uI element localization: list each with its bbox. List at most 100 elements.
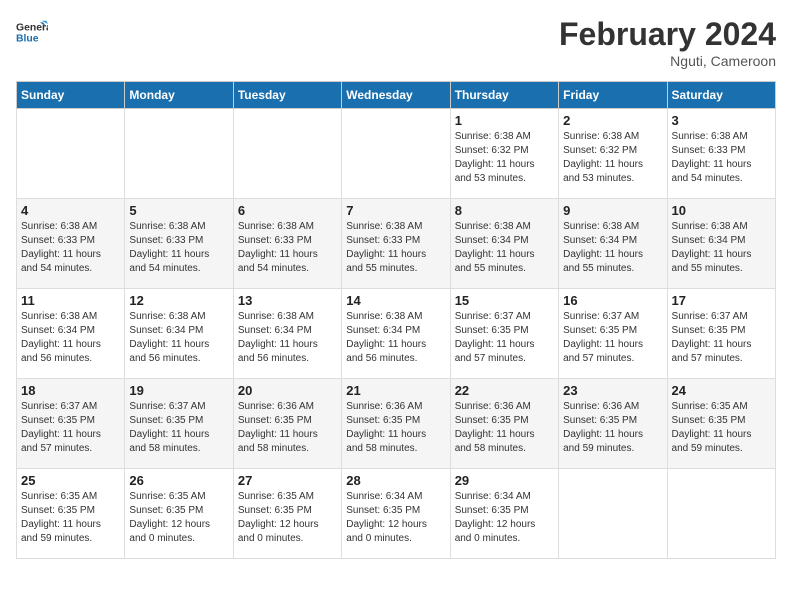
- calendar-subtitle: Nguti, Cameroon: [559, 53, 776, 69]
- calendar-cell: 23 Sunrise: 6:36 AM Sunset: 6:35 PM Dayli…: [559, 379, 667, 469]
- day-info: Sunrise: 6:38 AM Sunset: 6:34 PM Dayligh…: [563, 220, 662, 276]
- day-number: 8: [455, 203, 554, 218]
- calendar-table: SundayMondayTuesdayWednesdayThursdayFrid…: [16, 81, 776, 559]
- day-info: Sunrise: 6:37 AM Sunset: 6:35 PM Dayligh…: [672, 310, 771, 366]
- day-header-thursday: Thursday: [450, 82, 558, 109]
- day-number: 29: [455, 473, 554, 488]
- day-info: Sunrise: 6:38 AM Sunset: 6:34 PM Dayligh…: [672, 220, 771, 276]
- calendar-cell: 18 Sunrise: 6:37 AM Sunset: 6:35 PM Dayli…: [17, 379, 125, 469]
- day-header-wednesday: Wednesday: [342, 82, 450, 109]
- day-header-monday: Monday: [125, 82, 233, 109]
- day-info: Sunrise: 6:38 AM Sunset: 6:34 PM Dayligh…: [129, 310, 228, 366]
- day-number: 6: [238, 203, 337, 218]
- day-number: 18: [21, 383, 120, 398]
- day-number: 12: [129, 293, 228, 308]
- calendar-cell: 24 Sunrise: 6:35 AM Sunset: 6:35 PM Dayli…: [667, 379, 775, 469]
- day-number: 3: [672, 113, 771, 128]
- day-number: 27: [238, 473, 337, 488]
- day-number: 21: [346, 383, 445, 398]
- calendar-cell: 26 Sunrise: 6:35 AM Sunset: 6:35 PM Dayli…: [125, 469, 233, 559]
- calendar-cell: 29 Sunrise: 6:34 AM Sunset: 6:35 PM Dayli…: [450, 469, 558, 559]
- day-info: Sunrise: 6:37 AM Sunset: 6:35 PM Dayligh…: [129, 400, 228, 456]
- day-header-tuesday: Tuesday: [233, 82, 341, 109]
- day-info: Sunrise: 6:35 AM Sunset: 6:35 PM Dayligh…: [21, 490, 120, 546]
- calendar-cell: 8 Sunrise: 6:38 AM Sunset: 6:34 PM Daylig…: [450, 199, 558, 289]
- day-number: 19: [129, 383, 228, 398]
- day-number: 10: [672, 203, 771, 218]
- day-info: Sunrise: 6:36 AM Sunset: 6:35 PM Dayligh…: [238, 400, 337, 456]
- day-info: Sunrise: 6:35 AM Sunset: 6:35 PM Dayligh…: [238, 490, 337, 546]
- day-info: Sunrise: 6:38 AM Sunset: 6:33 PM Dayligh…: [672, 130, 771, 186]
- day-info: Sunrise: 6:36 AM Sunset: 6:35 PM Dayligh…: [455, 400, 554, 456]
- calendar-week-row: 1 Sunrise: 6:38 AM Sunset: 6:32 PM Daylig…: [17, 109, 776, 199]
- calendar-cell: [559, 469, 667, 559]
- calendar-week-row: 11 Sunrise: 6:38 AM Sunset: 6:34 PM Dayli…: [17, 289, 776, 379]
- calendar-cell: 12 Sunrise: 6:38 AM Sunset: 6:34 PM Dayli…: [125, 289, 233, 379]
- calendar-cell: 11Sunrise: 6:38 AM Sunset: 6:34 PM Dayli…: [17, 289, 125, 379]
- day-info: Sunrise: 6:36 AM Sunset: 6:35 PM Dayligh…: [563, 400, 662, 456]
- calendar-cell: [17, 109, 125, 199]
- day-info: Sunrise: 6:37 AM Sunset: 6:35 PM Dayligh…: [21, 400, 120, 456]
- calendar-cell: 21 Sunrise: 6:36 AM Sunset: 6:35 PM Dayli…: [342, 379, 450, 469]
- calendar-cell: 25Sunrise: 6:35 AM Sunset: 6:35 PM Dayli…: [17, 469, 125, 559]
- page-header: General Blue February 2024 Nguti, Camero…: [16, 16, 776, 69]
- day-info: Sunrise: 6:38 AM Sunset: 6:32 PM Dayligh…: [455, 130, 554, 186]
- calendar-cell: 14 Sunrise: 6:38 AM Sunset: 6:34 PM Dayli…: [342, 289, 450, 379]
- calendar-cell: 19 Sunrise: 6:37 AM Sunset: 6:35 PM Dayli…: [125, 379, 233, 469]
- day-number: 20: [238, 383, 337, 398]
- calendar-cell: 10 Sunrise: 6:38 AM Sunset: 6:34 PM Dayli…: [667, 199, 775, 289]
- day-number: 16: [563, 293, 662, 308]
- day-number: 4: [21, 203, 120, 218]
- day-number: 14: [346, 293, 445, 308]
- calendar-cell: 9 Sunrise: 6:38 AM Sunset: 6:34 PM Daylig…: [559, 199, 667, 289]
- calendar-cell: [233, 109, 341, 199]
- day-info: Sunrise: 6:34 AM Sunset: 6:35 PM Dayligh…: [455, 490, 554, 546]
- calendar-header-row: SundayMondayTuesdayWednesdayThursdayFrid…: [17, 82, 776, 109]
- day-number: 9: [563, 203, 662, 218]
- day-info: Sunrise: 6:35 AM Sunset: 6:35 PM Dayligh…: [129, 490, 228, 546]
- calendar-cell: [342, 109, 450, 199]
- day-info: Sunrise: 6:38 AM Sunset: 6:32 PM Dayligh…: [563, 130, 662, 186]
- calendar-cell: 17Sunrise: 6:37 AM Sunset: 6:35 PM Dayli…: [667, 289, 775, 379]
- day-header-friday: Friday: [559, 82, 667, 109]
- day-number: 1: [455, 113, 554, 128]
- day-number: 11: [21, 293, 120, 308]
- calendar-cell: 20 Sunrise: 6:36 AM Sunset: 6:35 PM Dayli…: [233, 379, 341, 469]
- calendar-cell: 6 Sunrise: 6:38 AM Sunset: 6:33 PM Daylig…: [233, 199, 341, 289]
- calendar-cell: 27 Sunrise: 6:35 AM Sunset: 6:35 PM Dayli…: [233, 469, 341, 559]
- day-info: Sunrise: 6:37 AM Sunset: 6:35 PM Dayligh…: [563, 310, 662, 366]
- logo: General Blue: [16, 16, 48, 48]
- day-number: 22: [455, 383, 554, 398]
- calendar-title: February 2024: [559, 16, 776, 53]
- day-info: Sunrise: 6:35 AM Sunset: 6:35 PM Dayligh…: [672, 400, 771, 456]
- day-info: Sunrise: 6:38 AM Sunset: 6:34 PM Dayligh…: [346, 310, 445, 366]
- calendar-cell: 7Sunrise: 6:38 AM Sunset: 6:33 PM Daylig…: [342, 199, 450, 289]
- calendar-cell: 2 Sunrise: 6:38 AM Sunset: 6:32 PM Daylig…: [559, 109, 667, 199]
- day-number: 28: [346, 473, 445, 488]
- calendar-cell: 15Sunrise: 6:37 AM Sunset: 6:35 PM Dayli…: [450, 289, 558, 379]
- day-info: Sunrise: 6:37 AM Sunset: 6:35 PM Dayligh…: [455, 310, 554, 366]
- day-number: 26: [129, 473, 228, 488]
- day-number: 13: [238, 293, 337, 308]
- day-info: Sunrise: 6:38 AM Sunset: 6:33 PM Dayligh…: [238, 220, 337, 276]
- day-number: 5: [129, 203, 228, 218]
- calendar-cell: 4Sunrise: 6:38 AM Sunset: 6:33 PM Daylig…: [17, 199, 125, 289]
- day-header-sunday: Sunday: [17, 82, 125, 109]
- title-block: February 2024 Nguti, Cameroon: [559, 16, 776, 69]
- day-info: Sunrise: 6:38 AM Sunset: 6:34 PM Dayligh…: [238, 310, 337, 366]
- calendar-cell: [125, 109, 233, 199]
- day-info: Sunrise: 6:38 AM Sunset: 6:34 PM Dayligh…: [455, 220, 554, 276]
- calendar-cell: 16 Sunrise: 6:37 AM Sunset: 6:35 PM Dayli…: [559, 289, 667, 379]
- day-number: 23: [563, 383, 662, 398]
- calendar-cell: 13 Sunrise: 6:38 AM Sunset: 6:34 PM Dayli…: [233, 289, 341, 379]
- day-info: Sunrise: 6:36 AM Sunset: 6:35 PM Dayligh…: [346, 400, 445, 456]
- day-number: 2: [563, 113, 662, 128]
- day-info: Sunrise: 6:38 AM Sunset: 6:33 PM Dayligh…: [129, 220, 228, 276]
- day-header-saturday: Saturday: [667, 82, 775, 109]
- day-info: Sunrise: 6:38 AM Sunset: 6:33 PM Dayligh…: [346, 220, 445, 276]
- calendar-cell: 3 Sunrise: 6:38 AM Sunset: 6:33 PM Daylig…: [667, 109, 775, 199]
- calendar-week-row: 18 Sunrise: 6:37 AM Sunset: 6:35 PM Dayli…: [17, 379, 776, 469]
- svg-text:Blue: Blue: [16, 34, 39, 45]
- day-number: 24: [672, 383, 771, 398]
- day-info: Sunrise: 6:34 AM Sunset: 6:35 PM Dayligh…: [346, 490, 445, 546]
